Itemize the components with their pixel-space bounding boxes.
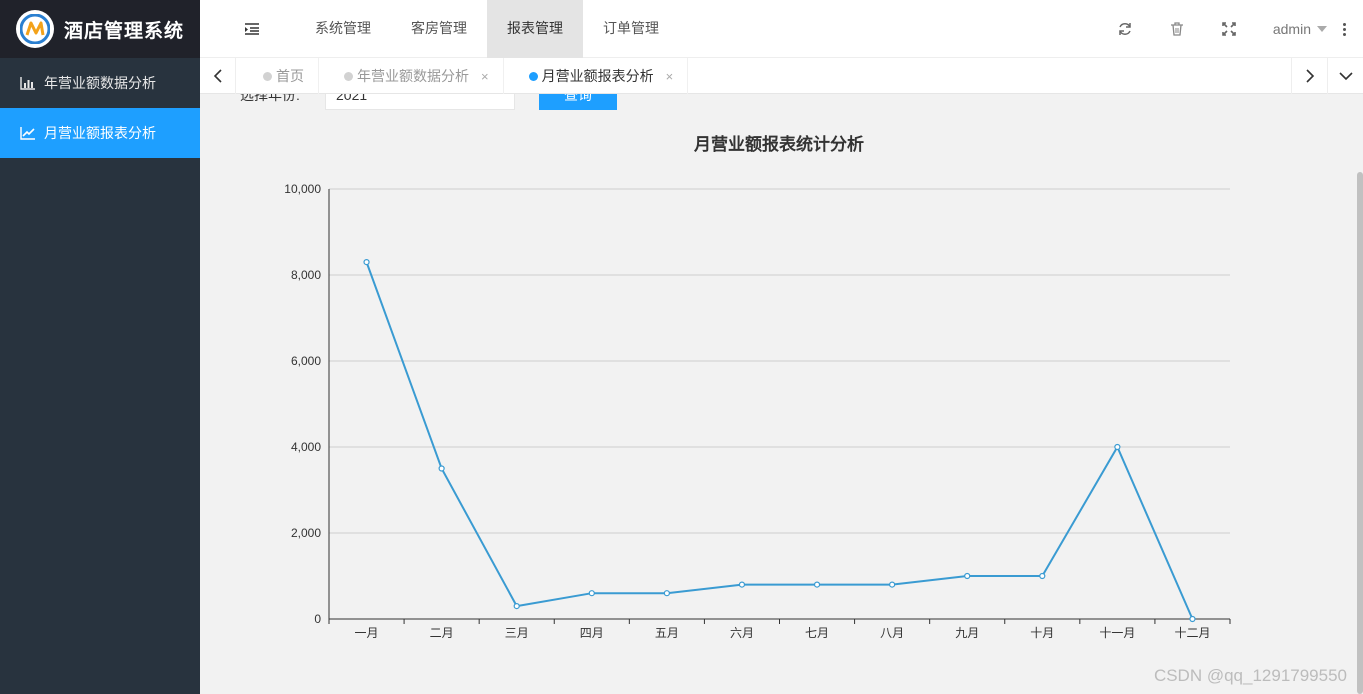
close-icon[interactable]: × bbox=[481, 69, 489, 84]
data-point bbox=[438, 465, 445, 472]
data-point bbox=[813, 581, 821, 588]
y-tick-label: 4,000 bbox=[291, 440, 321, 454]
nav-order-management[interactable]: 订单管理 bbox=[583, 0, 679, 58]
menu-fold-icon[interactable] bbox=[244, 21, 260, 37]
sidebar-item-monthly-analysis[interactable]: 月营业额报表分析 bbox=[0, 108, 200, 158]
tab-home[interactable]: 首页 bbox=[238, 58, 319, 94]
x-tick-label: 十月 bbox=[1030, 626, 1054, 640]
data-point bbox=[738, 581, 746, 588]
tab-yearly-analysis[interactable]: 年营业额数据分析 × bbox=[319, 58, 504, 94]
x-tick-label: 五月 bbox=[655, 626, 679, 640]
x-tick-label: 一月 bbox=[355, 626, 379, 640]
more-vertical-icon[interactable] bbox=[1343, 22, 1347, 36]
data-point bbox=[663, 590, 670, 597]
bar-chart-icon bbox=[20, 75, 36, 91]
series-line bbox=[365, 261, 1194, 620]
username: admin bbox=[1272, 21, 1311, 37]
tab-bar: 首页 年营业额数据分析 × 月营业额报表分析 × bbox=[200, 58, 1363, 94]
top-nav: 系统管理 客房管理 报表管理 订单管理 bbox=[295, 0, 679, 58]
vertical-scrollbar[interactable] bbox=[1357, 172, 1363, 694]
x-tick-label: 七月 bbox=[805, 626, 829, 640]
tab-status-dot bbox=[528, 72, 538, 81]
sidebar: 酒店管理系统 年营业额数据分析 月营业额报表分析 bbox=[0, 0, 200, 694]
fullscreen-icon[interactable] bbox=[1221, 21, 1237, 37]
y-tick-label: 6,000 bbox=[291, 354, 321, 368]
data-point bbox=[1189, 615, 1196, 623]
refresh-icon[interactable] bbox=[1117, 21, 1133, 37]
data-point bbox=[889, 581, 896, 588]
tab-status-dot bbox=[263, 72, 272, 81]
x-tick-label: 三月 bbox=[505, 626, 529, 640]
y-tick-label: 0 bbox=[314, 612, 321, 626]
trash-icon[interactable] bbox=[1169, 21, 1185, 37]
chevron-right-icon bbox=[1305, 69, 1314, 83]
x-tick-label: 九月 bbox=[955, 626, 979, 640]
nav-report-management[interactable]: 报表管理 bbox=[487, 0, 583, 58]
x-tick-label: 六月 bbox=[730, 626, 754, 640]
user-menu[interactable]: admin bbox=[1273, 21, 1327, 37]
data-point bbox=[964, 572, 971, 580]
data-point bbox=[363, 259, 370, 266]
monthly-revenue-chart: 0 2,000 4,000 6,000 8,000 10,000 一月 二月 三月 四月 五月 六月 七… bbox=[284, 182, 1231, 640]
y-tick-label: 10,000 bbox=[284, 182, 321, 196]
tab-monthly-analysis[interactable]: 月营业额报表分析 × bbox=[504, 58, 689, 94]
header-actions: admin bbox=[1117, 0, 1363, 58]
tab-bar-right bbox=[1291, 58, 1363, 94]
hotel-logo-icon bbox=[16, 10, 54, 48]
x-tick-label: 四月 bbox=[580, 626, 604, 640]
chevron-down-icon bbox=[1338, 72, 1353, 81]
sidebar-item-yearly-analysis[interactable]: 年营业额数据分析 bbox=[0, 58, 200, 108]
tab-scroll-right[interactable] bbox=[1291, 58, 1327, 94]
page-tabs: 首页 年营业额数据分析 × 月营业额报表分析 × bbox=[238, 58, 689, 94]
chevron-left-icon bbox=[213, 69, 222, 83]
nav-room-management[interactable]: 客房管理 bbox=[391, 0, 487, 58]
y-tick-label: 8,000 bbox=[291, 268, 321, 282]
x-tick-label: 八月 bbox=[880, 626, 904, 640]
y-tick-label: 2,000 bbox=[291, 526, 321, 540]
data-point bbox=[588, 590, 595, 597]
x-tick-label: 二月 bbox=[430, 626, 454, 640]
x-tick-label: 十一月 bbox=[1099, 626, 1135, 640]
watermark: CSDN @qq_1291799550 bbox=[1153, 666, 1347, 685]
data-point bbox=[1114, 443, 1121, 451]
data-point bbox=[513, 602, 520, 610]
sidebar-item-label: 月营业额报表分析 bbox=[44, 125, 156, 141]
tab-status-dot bbox=[344, 72, 353, 81]
tab-dropdown[interactable] bbox=[1327, 58, 1363, 94]
top-header: 系统管理 客房管理 报表管理 订单管理 admin bbox=[200, 0, 1363, 58]
main-content: 选择年份: 2021 查询 月营业额报表统计分析 0 2,000 4,000 6,00… bbox=[200, 94, 1363, 694]
chevron-down-icon bbox=[1317, 26, 1327, 32]
sidebar-item-label: 年营业额数据分析 bbox=[44, 75, 156, 91]
data-point bbox=[1039, 572, 1046, 580]
nav-system-management[interactable]: 系统管理 bbox=[295, 0, 391, 58]
line-chart-icon bbox=[20, 125, 36, 141]
app-title: 酒店管理系统 bbox=[64, 20, 185, 42]
x-tick-label: 十二月 bbox=[1174, 626, 1210, 640]
close-icon[interactable]: × bbox=[666, 69, 674, 84]
tab-scroll-left[interactable] bbox=[200, 58, 236, 94]
logo-area: 酒店管理系统 bbox=[0, 0, 200, 58]
